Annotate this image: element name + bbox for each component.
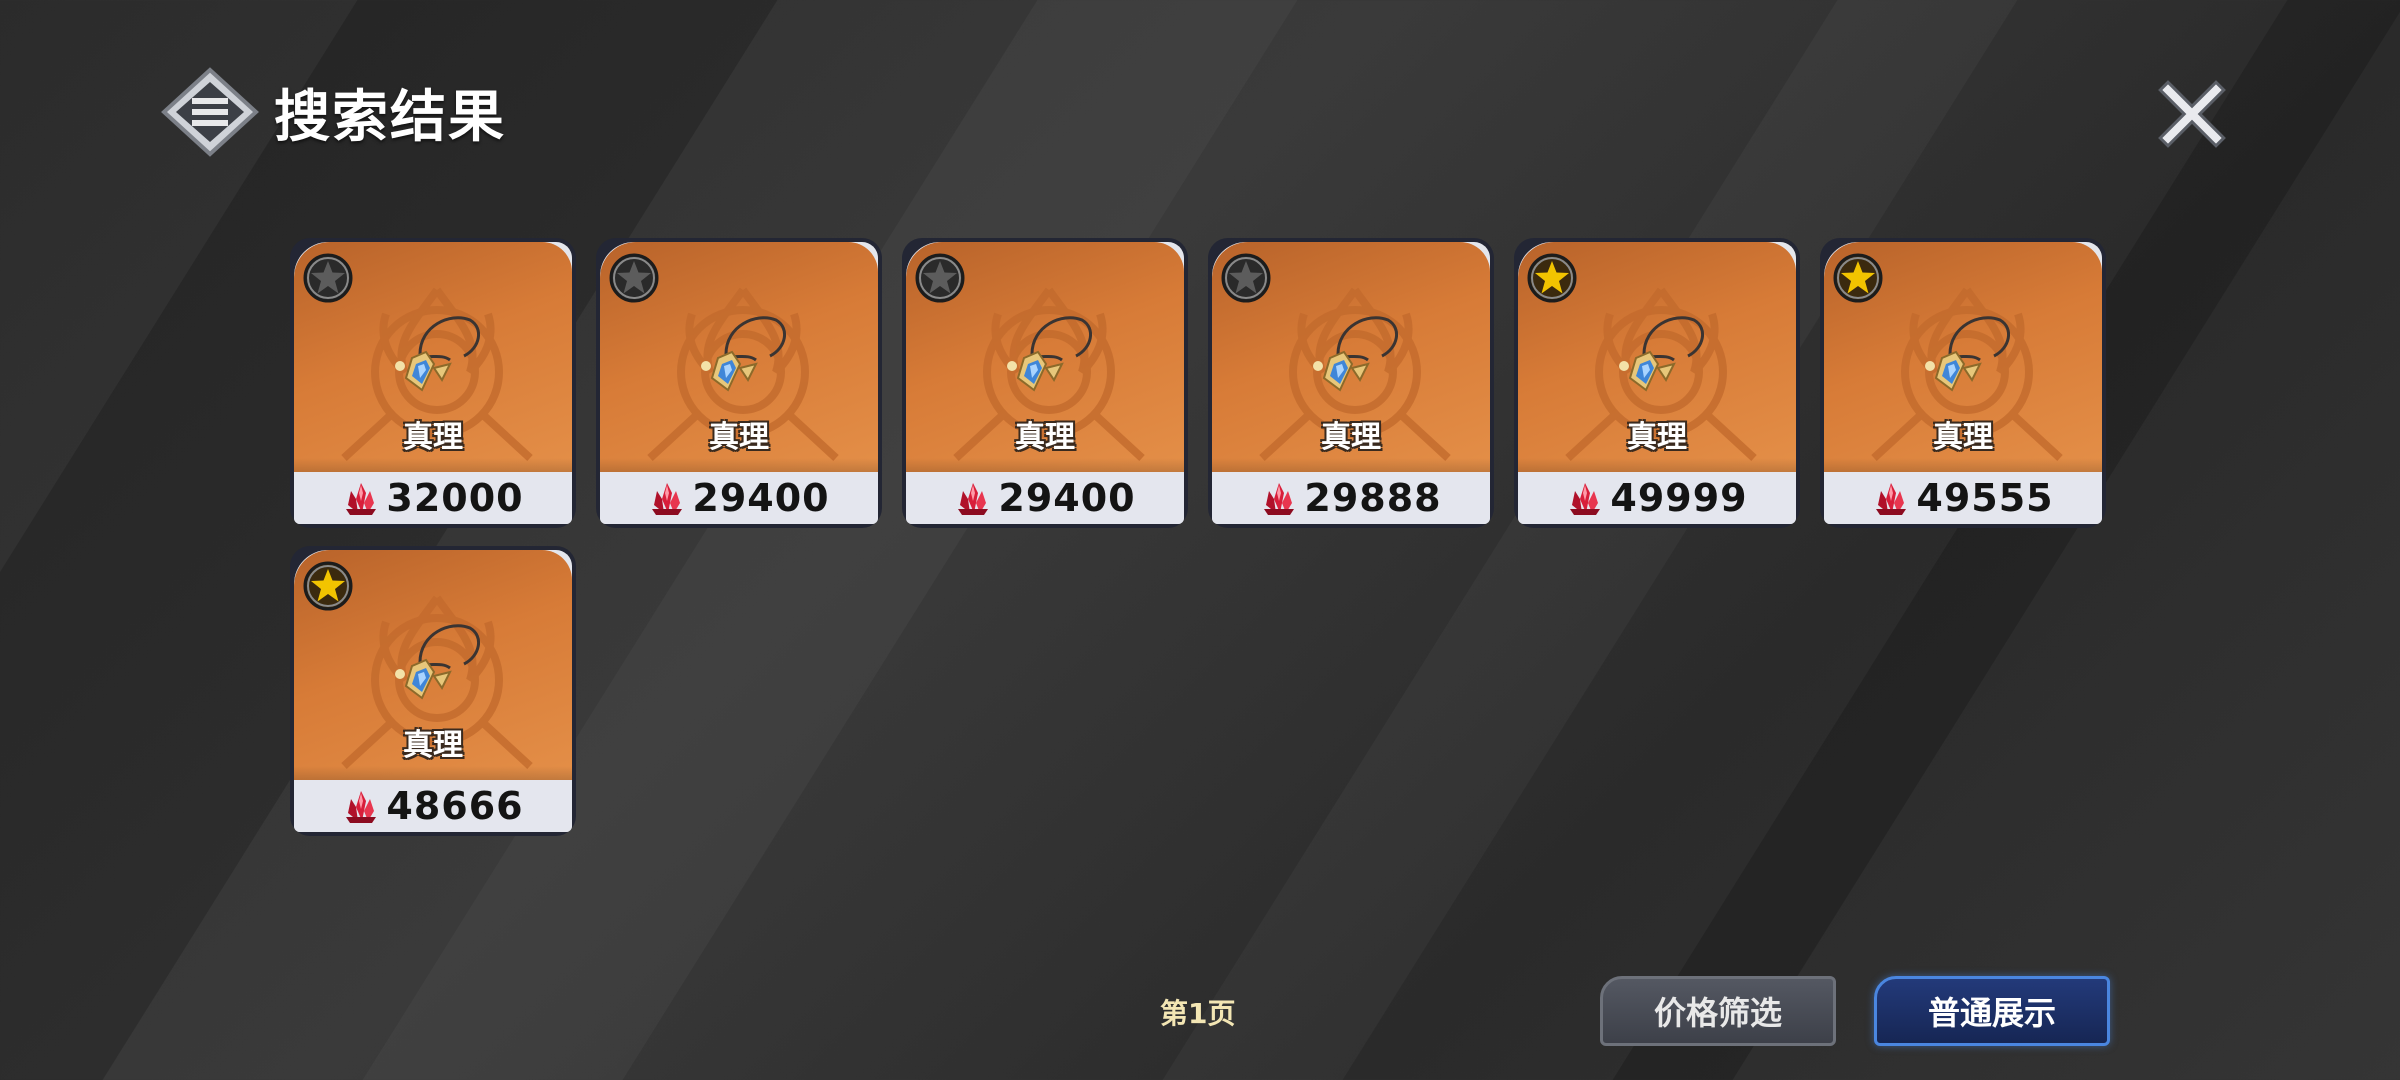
item-price: 29400 (998, 476, 1136, 520)
star-icon (303, 253, 353, 303)
item-card[interactable]: 真理 49555 (1820, 238, 2106, 528)
price-bar: 29888 (1212, 472, 1490, 524)
item-card-body: 真理 32000 (294, 242, 572, 524)
crystal-icon (1570, 483, 1601, 515)
item-price: 29888 (1304, 476, 1442, 520)
star-icon (1527, 253, 1577, 303)
item-card[interactable]: 真理 29400 (902, 238, 1188, 528)
pendant-necklace-icon (1925, 316, 2010, 392)
pendant-necklace-icon (1619, 316, 1704, 392)
item-card[interactable]: 真理 48666 (290, 546, 576, 836)
crystal-icon (652, 483, 683, 515)
star-icon (609, 253, 659, 303)
price-bar: 29400 (600, 472, 878, 524)
item-card-body: 真理 49555 (1824, 242, 2102, 524)
crystal-icon (1264, 483, 1295, 515)
price-bar: 49555 (1824, 472, 2102, 524)
item-price: 48666 (386, 784, 524, 828)
item-card-body: 真理 48666 (294, 550, 572, 832)
price-filter-button[interactable]: 价格筛选 (1600, 976, 1836, 1046)
item-name: 真理 (1627, 420, 1687, 455)
item-price: 32000 (386, 476, 524, 520)
price-bar: 32000 (294, 472, 572, 524)
item-price: 49555 (1916, 476, 2054, 520)
page-indicator: 第1页 (1160, 997, 1236, 1030)
menu-diamond-icon (161, 67, 259, 157)
item-price: 49999 (1610, 476, 1748, 520)
item-card[interactable]: 真理 32000 (290, 238, 576, 528)
pendant-necklace-icon (395, 624, 480, 700)
crystal-icon (346, 483, 377, 515)
star-icon (1833, 253, 1883, 303)
item-card-body: 真理 29400 (906, 242, 1184, 524)
item-card[interactable]: 真理 29400 (596, 238, 882, 528)
pendant-necklace-icon (1007, 316, 1092, 392)
pendant-necklace-icon (395, 316, 480, 392)
item-name: 真理 (403, 420, 463, 455)
page-title: 搜索结果 (274, 84, 506, 150)
item-card[interactable]: 真理 49999 (1514, 238, 1800, 528)
header: 搜索结果 (160, 62, 506, 162)
crystal-icon (1876, 483, 1907, 515)
pendant-necklace-icon (1313, 316, 1398, 392)
item-card-body: 真理 49999 (1518, 242, 1796, 524)
pendant-necklace-icon (701, 316, 786, 392)
star-icon (1221, 253, 1271, 303)
item-card-body: 真理 29888 (1212, 242, 1490, 524)
crystal-icon (958, 483, 989, 515)
star-icon (915, 253, 965, 303)
price-bar: 48666 (294, 780, 572, 832)
price-bar: 29400 (906, 472, 1184, 524)
star-icon (303, 561, 353, 611)
crystal-icon (346, 791, 377, 823)
item-card-body: 真理 29400 (600, 242, 878, 524)
item-name: 真理 (709, 420, 769, 455)
item-card[interactable]: 真理 29888 (1208, 238, 1494, 528)
item-name: 真理 (1015, 420, 1075, 455)
item-name: 真理 (1933, 420, 1993, 455)
item-name: 真理 (403, 728, 463, 763)
normal-display-button[interactable]: 普通展示 (1874, 976, 2110, 1046)
close-icon[interactable] (2158, 80, 2226, 148)
price-bar: 49999 (1518, 472, 1796, 524)
item-price: 29400 (692, 476, 830, 520)
item-name: 真理 (1321, 420, 1381, 455)
